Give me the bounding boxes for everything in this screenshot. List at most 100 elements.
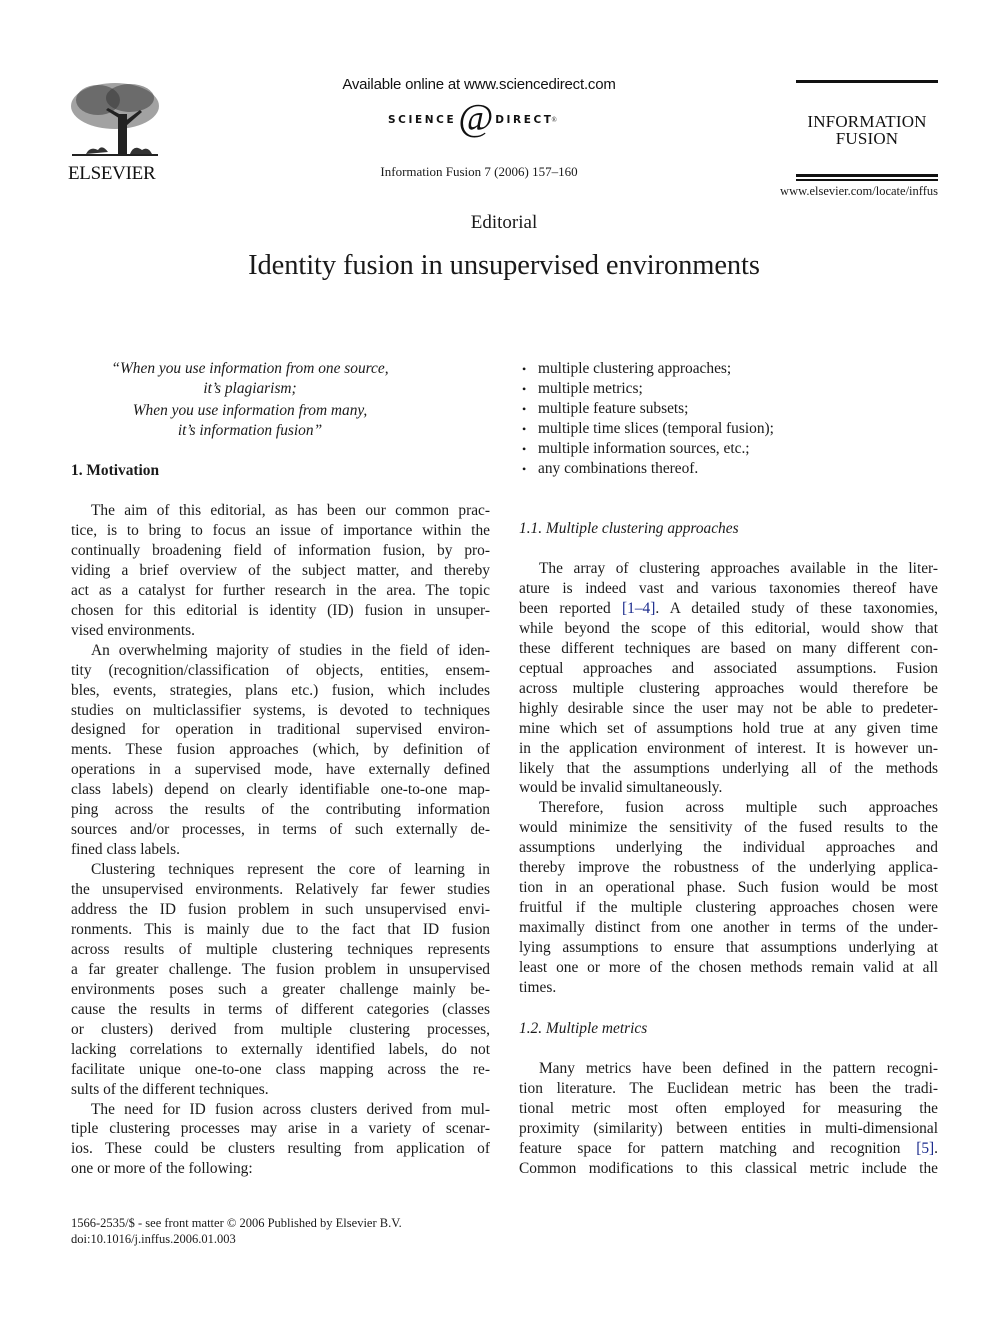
journal-rule-bottom-thin [796, 179, 938, 181]
journal-rule-top [796, 80, 938, 83]
elsevier-tree-logo [68, 80, 162, 160]
text-line: Therefore, fusion across multiple such a… [539, 799, 938, 817]
citation-link[interactable]: [1–4] [622, 600, 655, 617]
bullet-icon: • [522, 462, 527, 476]
text-line: Common modifications to this classical m… [519, 1159, 938, 1177]
text-line: across multiple clustering approaches wo… [519, 679, 938, 697]
text-line: Clustering techniques represent the core… [91, 861, 490, 879]
text-line: tional metric most often employed for me… [519, 1099, 938, 1117]
text-line: bles, events, strategies, plans etc.) fu… [71, 681, 490, 699]
text-line: act as a catalyst for further research i… [71, 581, 490, 599]
text-line: environments poses such a greater challe… [71, 980, 490, 998]
bullet-item: • multiple feature subsets; [522, 399, 688, 419]
text-line: the unsupervised environments. Relativel… [71, 881, 490, 899]
epigraph-line: “When you use information from one sourc… [111, 360, 389, 377]
text-line: sults of the different techniques. [71, 1080, 269, 1098]
article-type: Editorial [470, 212, 538, 233]
sciencedirect-logo[interactable]: SCIENCE @ DIRECT ® [388, 97, 557, 140]
text-line: The aim of this editorial, as has been o… [91, 502, 490, 519]
text-line: feature space for pattern matching and r… [519, 1139, 938, 1157]
bullet-icon: • [522, 442, 527, 456]
bullet-text: multiple time slices (temporal fusion); [538, 420, 774, 437]
bullet-icon: • [522, 382, 527, 396]
text-line: address the ID fusion problem in such un… [71, 901, 490, 918]
available-online-link[interactable]: Available online at www.sciencedirect.co… [336, 76, 622, 93]
text-line: tity (recognition/classification of obje… [71, 661, 490, 679]
journal-name: INFORMATION FUSION [796, 113, 938, 147]
text-line: ceptual approaches and associated assump… [519, 659, 938, 677]
text-line: ments. These fusion approaches (which, b… [71, 741, 490, 759]
footer-doi-link[interactable]: doi:10.1016/j.inffus.2006.01.003 [71, 1231, 236, 1247]
text-line: cause the results in terms of different … [71, 1000, 490, 1018]
bullet-text: multiple clustering approaches; [538, 360, 732, 377]
text-line: studies on multiclassifier systems, is d… [71, 701, 490, 719]
bullet-text: multiple feature subsets; [538, 400, 689, 417]
text-line: viding a brief overview of the subject m… [71, 561, 490, 579]
text-line: mine which set of assumptions hold true … [519, 719, 938, 737]
text-line: continually broadening field of informat… [71, 541, 490, 559]
section-heading-motivation: 1. Motivation [71, 462, 160, 479]
journal-name-line-1: INFORMATION [807, 112, 927, 131]
text-line: times. [519, 978, 557, 996]
text-line: facilitate unique one-to-one class mappi… [71, 1060, 490, 1078]
subsection-heading-1-1: 1.1. Multiple clustering approaches [519, 520, 739, 537]
bullet-icon: • [522, 422, 527, 436]
text-line: The need for ID fusion across clusters d… [91, 1100, 490, 1118]
text-line: across results of multiple clustering te… [71, 940, 490, 958]
bullet-item: • multiple time slices (temporal fusion); [522, 419, 774, 439]
epigraph-line: it’s plagiarism; [203, 380, 297, 397]
text-line: designed for operation in traditional su… [71, 721, 490, 739]
bullet-item: • multiple metrics; [522, 379, 643, 399]
text-line: least one or more of the chosen methods … [519, 959, 938, 976]
text-line: thereby improve the robustness of the un… [519, 859, 938, 877]
text-line: in the application environment of intere… [519, 739, 938, 757]
journal-reference: Information Fusion 7 (2006) 157–160 [380, 164, 578, 179]
text-line: fined class labels. [71, 841, 180, 859]
sciencedirect-left-word: SCIENCE [388, 114, 457, 126]
text-line: class labels) depend on clearly identifi… [71, 781, 490, 799]
text-line: or clusters) derived from multiple clust… [71, 1020, 490, 1038]
text-line: assumptions underlying the individual ap… [519, 839, 938, 857]
text-line: lying assumptions to ensure that assumpt… [519, 939, 938, 957]
text-line: vised environments. [71, 621, 195, 639]
text-line: tice, is to bring to focus an issue of i… [71, 521, 490, 539]
text-line: tion literature. The Euclidean metric ha… [519, 1079, 938, 1097]
text-line: would minimize the sensitivity of the fu… [519, 819, 938, 837]
citation-link[interactable]: [5] [916, 1140, 934, 1157]
text-line: operations in a supervised mode, have ex… [71, 761, 490, 779]
text-line: lacking correlations to externally ident… [71, 1040, 490, 1058]
text-line: proximity (similarity) between entities … [519, 1119, 938, 1137]
sciencedirect-right-word: DIRECT [495, 114, 554, 126]
bullet-item: • multiple clustering approaches; [522, 359, 731, 379]
text-line: An overwhelming majority of studies in t… [91, 641, 490, 659]
text-line: one or more of the following: [71, 1160, 253, 1178]
bullet-text: multiple information sources, etc.; [538, 440, 750, 457]
text-line: tion in an operational phase. Such fusio… [519, 879, 938, 897]
bullet-item: • any combinations thereof. [522, 459, 698, 479]
text-line: ios. These could be clusters resulting f… [71, 1140, 490, 1158]
sciencedirect-at-icon: @ [458, 97, 494, 139]
text-line: tiple clustering processes may arise in … [71, 1120, 490, 1138]
article-title: Identity fusion in unsupervised environm… [248, 250, 760, 281]
text-line: chosen for this editorial is identity (I… [71, 601, 490, 619]
text-line: ronments. This is mainly due to the fact… [71, 920, 490, 938]
text-line: likely that the assumptions underlying a… [519, 759, 938, 777]
epigraph-line: When you use information from many, [132, 402, 368, 419]
text-line: The array of clustering approaches avail… [539, 560, 938, 577]
text-line: been reported [1–4]. A detailed study of… [519, 599, 938, 617]
text-line: these different techniques are based on … [519, 639, 938, 657]
subsection-heading-1-2: 1.2. Multiple metrics [519, 1020, 648, 1037]
text-line: sources and/or processes, in terms of su… [71, 821, 490, 839]
journal-name-line-2: FUSION [835, 129, 899, 148]
bullet-item: • multiple information sources, etc.; [522, 439, 750, 459]
journal-url-link[interactable]: www.elsevier.com/locate/inffus [738, 184, 938, 199]
tree-icon [71, 83, 159, 156]
journal-rule-bottom-thick [796, 174, 938, 177]
text-line: Many metrics have been defined in the pa… [539, 1060, 938, 1077]
text-line: highly desirable since the user may not … [519, 699, 938, 717]
trademark-icon: ® [551, 116, 557, 124]
bullet-icon: • [522, 402, 527, 416]
text-line: fruitful if the multiple clustering appr… [519, 899, 938, 917]
text-line: ping across the results of the contribut… [71, 801, 490, 819]
bullet-text: any combinations thereof. [538, 460, 699, 477]
